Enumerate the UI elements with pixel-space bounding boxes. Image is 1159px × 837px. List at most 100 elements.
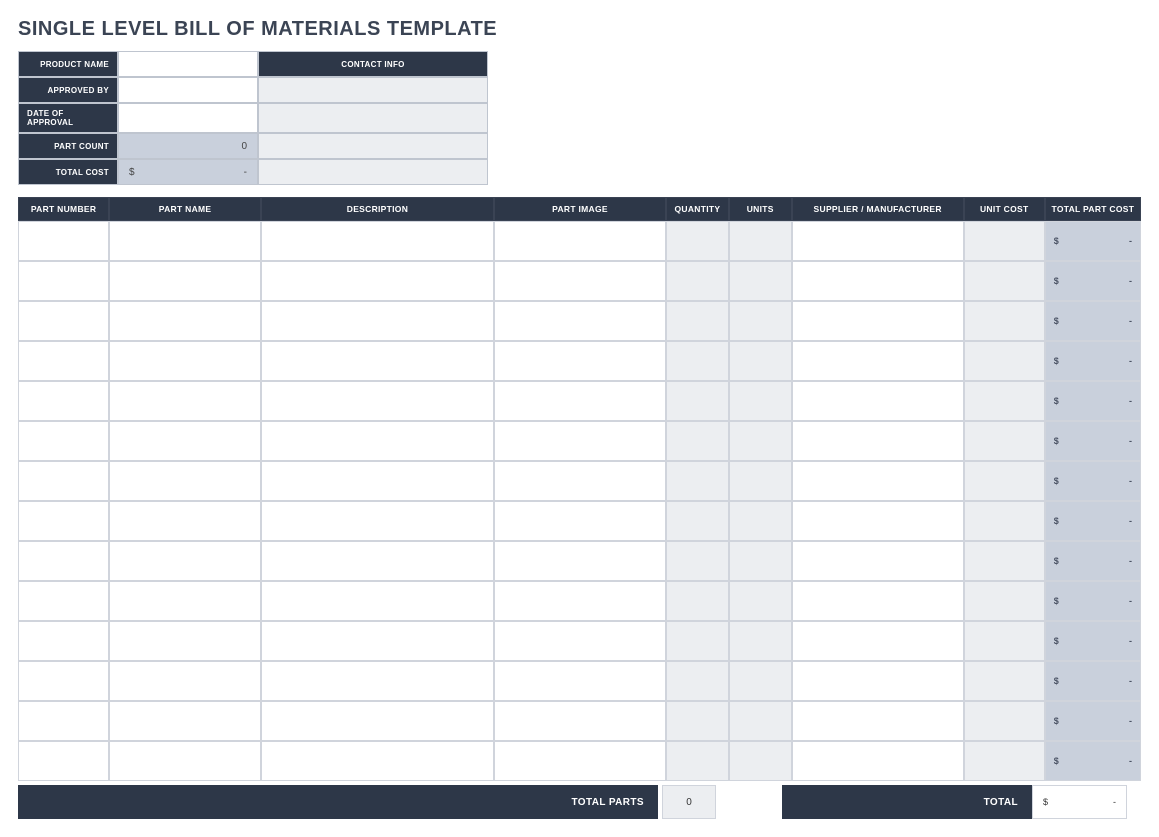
value-approved-by[interactable]	[118, 77, 258, 103]
cell-supplier[interactable]	[792, 341, 964, 381]
cell-quantity[interactable]	[666, 501, 729, 541]
cell-units[interactable]	[729, 261, 792, 301]
contact-total-cost[interactable]	[258, 159, 488, 185]
cell-part-number[interactable]	[18, 421, 109, 461]
cell-part-number[interactable]	[18, 221, 109, 261]
cell-description[interactable]	[261, 501, 494, 541]
cell-unit-cost[interactable]	[964, 541, 1045, 581]
cell-quantity[interactable]	[666, 261, 729, 301]
cell-unit-cost[interactable]	[964, 261, 1045, 301]
cell-supplier[interactable]	[792, 421, 964, 461]
cell-part-number[interactable]	[18, 581, 109, 621]
cell-supplier[interactable]	[792, 741, 964, 781]
contact-part-count[interactable]	[258, 133, 488, 159]
cell-part-image[interactable]	[494, 421, 666, 461]
cell-supplier[interactable]	[792, 701, 964, 741]
cell-part-image[interactable]	[494, 621, 666, 661]
cell-supplier[interactable]	[792, 621, 964, 661]
cell-quantity[interactable]	[666, 621, 729, 661]
cell-description[interactable]	[261, 301, 494, 341]
cell-part-image[interactable]	[494, 381, 666, 421]
cell-supplier[interactable]	[792, 501, 964, 541]
cell-part-number[interactable]	[18, 701, 109, 741]
cell-unit-cost[interactable]	[964, 341, 1045, 381]
cell-part-name[interactable]	[109, 461, 261, 501]
cell-part-image[interactable]	[494, 221, 666, 261]
cell-unit-cost[interactable]	[964, 221, 1045, 261]
cell-quantity[interactable]	[666, 421, 729, 461]
cell-supplier[interactable]	[792, 661, 964, 701]
cell-unit-cost[interactable]	[964, 381, 1045, 421]
cell-units[interactable]	[729, 221, 792, 261]
cell-part-image[interactable]	[494, 301, 666, 341]
cell-part-number[interactable]	[18, 541, 109, 581]
cell-part-name[interactable]	[109, 341, 261, 381]
cell-part-image[interactable]	[494, 341, 666, 381]
cell-part-name[interactable]	[109, 421, 261, 461]
cell-part-number[interactable]	[18, 501, 109, 541]
cell-description[interactable]	[261, 741, 494, 781]
cell-supplier[interactable]	[792, 541, 964, 581]
cell-units[interactable]	[729, 501, 792, 541]
cell-part-number[interactable]	[18, 341, 109, 381]
cell-description[interactable]	[261, 701, 494, 741]
cell-unit-cost[interactable]	[964, 301, 1045, 341]
cell-part-name[interactable]	[109, 501, 261, 541]
cell-description[interactable]	[261, 581, 494, 621]
cell-part-image[interactable]	[494, 261, 666, 301]
cell-supplier[interactable]	[792, 261, 964, 301]
cell-units[interactable]	[729, 461, 792, 501]
cell-units[interactable]	[729, 701, 792, 741]
cell-units[interactable]	[729, 661, 792, 701]
value-product-name[interactable]	[118, 51, 258, 77]
cell-units[interactable]	[729, 381, 792, 421]
cell-part-number[interactable]	[18, 261, 109, 301]
cell-units[interactable]	[729, 541, 792, 581]
cell-quantity[interactable]	[666, 701, 729, 741]
cell-description[interactable]	[261, 341, 494, 381]
cell-part-name[interactable]	[109, 741, 261, 781]
cell-supplier[interactable]	[792, 301, 964, 341]
cell-part-name[interactable]	[109, 621, 261, 661]
cell-quantity[interactable]	[666, 541, 729, 581]
cell-unit-cost[interactable]	[964, 581, 1045, 621]
cell-units[interactable]	[729, 301, 792, 341]
cell-part-image[interactable]	[494, 461, 666, 501]
cell-part-number[interactable]	[18, 741, 109, 781]
cell-part-image[interactable]	[494, 741, 666, 781]
cell-part-number[interactable]	[18, 381, 109, 421]
cell-description[interactable]	[261, 461, 494, 501]
cell-part-name[interactable]	[109, 261, 261, 301]
cell-supplier[interactable]	[792, 221, 964, 261]
cell-quantity[interactable]	[666, 341, 729, 381]
cell-part-name[interactable]	[109, 381, 261, 421]
cell-units[interactable]	[729, 421, 792, 461]
cell-unit-cost[interactable]	[964, 741, 1045, 781]
cell-unit-cost[interactable]	[964, 461, 1045, 501]
cell-units[interactable]	[729, 341, 792, 381]
cell-description[interactable]	[261, 261, 494, 301]
cell-part-number[interactable]	[18, 621, 109, 661]
cell-part-image[interactable]	[494, 501, 666, 541]
cell-description[interactable]	[261, 421, 494, 461]
cell-part-name[interactable]	[109, 541, 261, 581]
cell-units[interactable]	[729, 621, 792, 661]
cell-quantity[interactable]	[666, 661, 729, 701]
cell-description[interactable]	[261, 381, 494, 421]
cell-part-number[interactable]	[18, 461, 109, 501]
value-date-of-approval[interactable]	[118, 103, 258, 133]
cell-supplier[interactable]	[792, 381, 964, 421]
cell-part-name[interactable]	[109, 581, 261, 621]
cell-part-number[interactable]	[18, 661, 109, 701]
cell-quantity[interactable]	[666, 381, 729, 421]
cell-description[interactable]	[261, 661, 494, 701]
cell-part-number[interactable]	[18, 301, 109, 341]
cell-part-image[interactable]	[494, 661, 666, 701]
cell-unit-cost[interactable]	[964, 501, 1045, 541]
cell-part-name[interactable]	[109, 701, 261, 741]
cell-quantity[interactable]	[666, 301, 729, 341]
cell-description[interactable]	[261, 541, 494, 581]
cell-part-name[interactable]	[109, 221, 261, 261]
contact-approved-by[interactable]	[258, 77, 488, 103]
cell-supplier[interactable]	[792, 461, 964, 501]
